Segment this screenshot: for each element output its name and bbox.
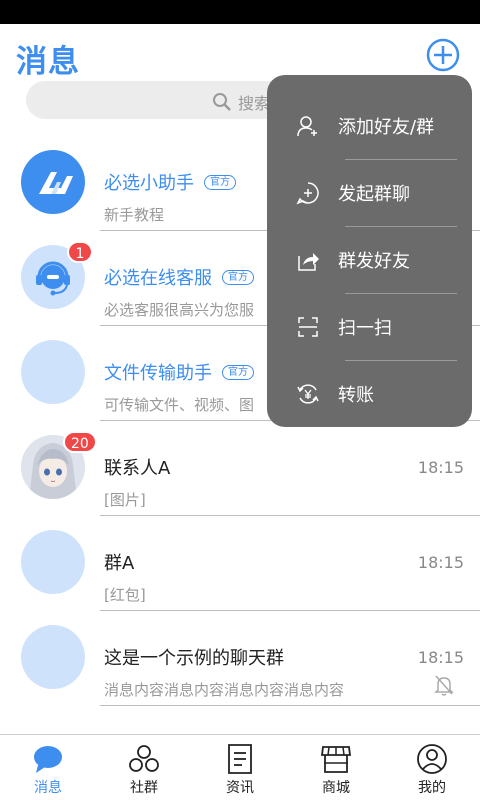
community-icon [129, 745, 159, 772]
menu-item-add-friend[interactable]: 添加好友/群 [267, 92, 472, 159]
chat-name: 群A [104, 553, 135, 574]
store-icon [320, 746, 352, 773]
tab-label: 消息 [34, 780, 62, 796]
tab-label: 资讯 [226, 780, 254, 796]
tab-profile[interactable]: 我的 [384, 735, 480, 800]
popup-menu: 添加好友/群 发起群聊 群发好友 扫一扫 转账 [267, 75, 472, 427]
chat-preview: [红包] [104, 586, 146, 604]
avatar [21, 530, 85, 594]
menu-item-label: 群发好友 [338, 250, 410, 272]
chat-bubble-icon [34, 746, 62, 773]
mute-bell-icon [434, 675, 454, 696]
chat-time: 18:15 [417, 648, 464, 667]
avatar [21, 625, 85, 689]
official-tag: 官方 [222, 364, 254, 380]
chat-item[interactable]: 20 联系人A [图片] 18:15 [0, 421, 480, 516]
news-icon [228, 744, 252, 774]
tab-bar: 消息 社群 资讯 商城 我的 [0, 734, 480, 800]
name-row: 这是一个示例的聊天群 [104, 644, 284, 670]
chat-name: 这是一个示例的聊天群 [104, 648, 284, 669]
official-tag: 官方 [204, 174, 236, 190]
menu-item-label: 扫一扫 [338, 317, 392, 339]
tab-news[interactable]: 资讯 [192, 735, 288, 800]
menu-item-broadcast[interactable]: 群发好友 [267, 226, 472, 293]
chat-name: 必选小助手 [104, 173, 194, 194]
chat-preview: 消息内容消息内容消息内容消息内容 [104, 681, 345, 699]
chat-time: 18:15 [417, 458, 464, 477]
chat-preview: 可传输文件、视频、图 [104, 396, 255, 414]
name-row: 必选小助手 官方 [104, 169, 236, 195]
status-bar [0, 0, 480, 24]
avatar [21, 340, 85, 404]
tab-label: 我的 [418, 780, 446, 796]
chat-preview: [图片] [104, 491, 146, 509]
unread-badge: 1 [67, 241, 93, 263]
chat-item[interactable]: 这是一个示例的聊天群 消息内容消息内容消息内容消息内容 18:15 [0, 611, 480, 706]
chat-time: 18:15 [417, 553, 464, 572]
add-icon[interactable] [426, 38, 460, 72]
name-row: 联系人A [104, 454, 170, 480]
page-title: 消息 [16, 44, 80, 80]
name-row: 文件传输助手 官方 [104, 359, 254, 385]
transfer-icon [297, 383, 319, 404]
chat-preview: 新手教程 [104, 206, 165, 224]
tab-community[interactable]: 社群 [96, 735, 192, 800]
official-tag: 官方 [222, 269, 254, 285]
group-chat-icon [296, 181, 319, 204]
tab-label: 商城 [322, 780, 350, 796]
chat-name: 联系人A [104, 458, 171, 479]
search-inner: 搜索 [212, 90, 270, 114]
tab-label: 社群 [130, 780, 158, 796]
profile-icon [417, 744, 447, 774]
menu-item-label: 发起群聊 [338, 183, 410, 205]
menu-item-scan[interactable]: 扫一扫 [267, 293, 472, 360]
name-row: 必选在线客服 官方 [104, 264, 254, 290]
divider [100, 705, 480, 706]
avatar [21, 150, 85, 214]
search-icon [213, 93, 231, 111]
chat-preview: 必选客服很高兴为您服 [104, 301, 255, 319]
tab-store[interactable]: 商城 [288, 735, 384, 800]
add-friend-icon [297, 115, 317, 136]
menu-item-group-chat[interactable]: 发起群聊 [267, 159, 472, 226]
scan-icon [298, 316, 318, 337]
menu-item-transfer[interactable]: 转账 [267, 360, 472, 427]
chat-name: 文件传输助手 [104, 363, 212, 384]
name-row: 群A [104, 549, 134, 575]
unread-badge: 20 [63, 431, 97, 453]
chat-item[interactable]: 群A [红包] 18:15 [0, 516, 480, 611]
search-placeholder: 搜索 [238, 94, 271, 113]
menu-item-label: 添加好友/群 [338, 116, 435, 138]
menu-item-label: 转账 [338, 384, 374, 406]
share-icon [298, 252, 319, 271]
chat-name: 必选在线客服 [104, 268, 212, 289]
tab-messages[interactable]: 消息 [0, 735, 96, 800]
app-logo-icon [39, 172, 73, 194]
